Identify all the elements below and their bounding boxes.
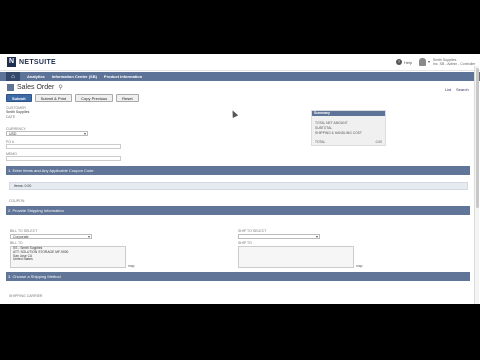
page-title: Sales Order (17, 84, 55, 91)
coupon-label: COUPON (9, 199, 25, 203)
shipping-carrier-label: SHIPPING CARRIER (9, 294, 43, 298)
bill-to-map-link[interactable]: map (128, 264, 134, 268)
ship-to-address[interactable] (238, 246, 354, 268)
netsuite-logo[interactable]: N NETSUITE (7, 57, 56, 67)
chevron-down-icon: ▾ (315, 234, 318, 239)
customer-value[interactable]: Smith Supplies (6, 110, 29, 114)
logo-text: NETSUITE (19, 58, 57, 66)
memo-input[interactable] (6, 156, 121, 161)
user-avatar-icon (419, 58, 426, 66)
submit-button[interactable]: Submit (6, 94, 32, 102)
search-icon[interactable]: ⚲ (58, 84, 62, 91)
ship-to-select-label: SHIP TO SELECT (238, 229, 267, 233)
nav-item-product-information[interactable]: Product Information (104, 74, 142, 79)
ship-to-label: SHIP TO (238, 241, 252, 245)
main-nav: ⌂ Analytics Information Center (SB) Prod… (0, 72, 480, 81)
summary-row-label: TOTAL NET AMOUNT (315, 121, 348, 125)
bill-to-select-label: BILL TO SELECT (10, 229, 38, 233)
submit-print-button[interactable]: Submit & Print (34, 94, 73, 102)
bill-to-address[interactable]: SS - Smith Supplies ATT: SOLUTION STORAG… (10, 246, 126, 268)
summary-total-value: 0.00 (375, 140, 382, 144)
date-label: DATE (6, 115, 16, 119)
chevron-down-icon: ▾ (87, 234, 90, 239)
user-menu[interactable]: ▾ Smith Supplies Inc. SB - Admin - Contr… (419, 58, 475, 66)
user-role: Inc. SB - Admin - Controller (433, 62, 476, 67)
help-label: Help (404, 59, 413, 65)
address-line: United States (13, 257, 33, 262)
currency-value: USD (9, 132, 17, 136)
copy-previous-button[interactable]: Copy Previous (75, 94, 114, 102)
summary-total-label: TOTAL (315, 140, 326, 144)
summary-row-label: SUBTOTAL (315, 126, 333, 130)
nav-item-information-center[interactable]: Information Center (SB) (52, 74, 97, 79)
chevron-down-icon: ▾ (428, 59, 431, 64)
summary-title: Summary (312, 111, 385, 116)
summary-box: Summary TOTAL NET AMOUNT SUBTOTAL SHIPPI… (311, 110, 386, 146)
items-summary-bar: Items: 0.00 (9, 182, 468, 190)
ship-to-select[interactable]: ▾ (238, 234, 320, 239)
home-button[interactable]: ⌂ (6, 72, 20, 81)
page-scrollbar[interactable] (474, 66, 479, 304)
video-frame: N NETSUITE ? Help ▾ Smith Supplies Inc. … (0, 0, 480, 360)
top-bar: N NETSUITE ? Help ▾ Smith Supplies Inc. … (0, 54, 480, 71)
po-input[interactable] (6, 144, 121, 149)
page-header: Sales Order ⚲ (7, 84, 63, 91)
logo-mark-icon: N (7, 57, 16, 67)
action-buttons: Submit Submit & Print Copy Previous Rese… (6, 94, 142, 102)
bill-to-select[interactable]: Corporate ▾ (10, 234, 92, 239)
chevron-down-icon: ▾ (83, 131, 86, 136)
bill-to-label: BILL TO (10, 241, 23, 245)
search-link[interactable]: Search (456, 87, 469, 92)
ship-to-map-link[interactable]: map (356, 264, 362, 268)
section-items-header[interactable]: 1. Enter Items and Any Applicable Coupon… (6, 166, 470, 175)
section-shipping-header[interactable]: 2. Provide Shipping Information (6, 206, 470, 215)
home-icon: ⌂ (11, 73, 15, 80)
sales-order-icon (7, 84, 14, 91)
reset-button[interactable]: Reset (116, 94, 139, 102)
summary-row-label: SHIPPING & HANDLING COST (315, 131, 362, 135)
nav-item-analytics[interactable]: Analytics (27, 74, 45, 79)
list-link[interactable]: List (445, 87, 451, 92)
mouse-cursor-icon (229, 109, 239, 118)
netsuite-app: N NETSUITE ? Help ▾ Smith Supplies Inc. … (0, 54, 480, 304)
scrollbar-thumb[interactable] (476, 68, 479, 208)
section-shipping-method-header[interactable]: 3. Choose a Shipping Method (6, 272, 470, 281)
bill-to-select-value: Corporate (13, 235, 29, 239)
help-link[interactable]: ? Help (396, 59, 412, 65)
currency-select[interactable]: USD ▾ (6, 131, 88, 136)
help-icon: ? (396, 59, 402, 65)
